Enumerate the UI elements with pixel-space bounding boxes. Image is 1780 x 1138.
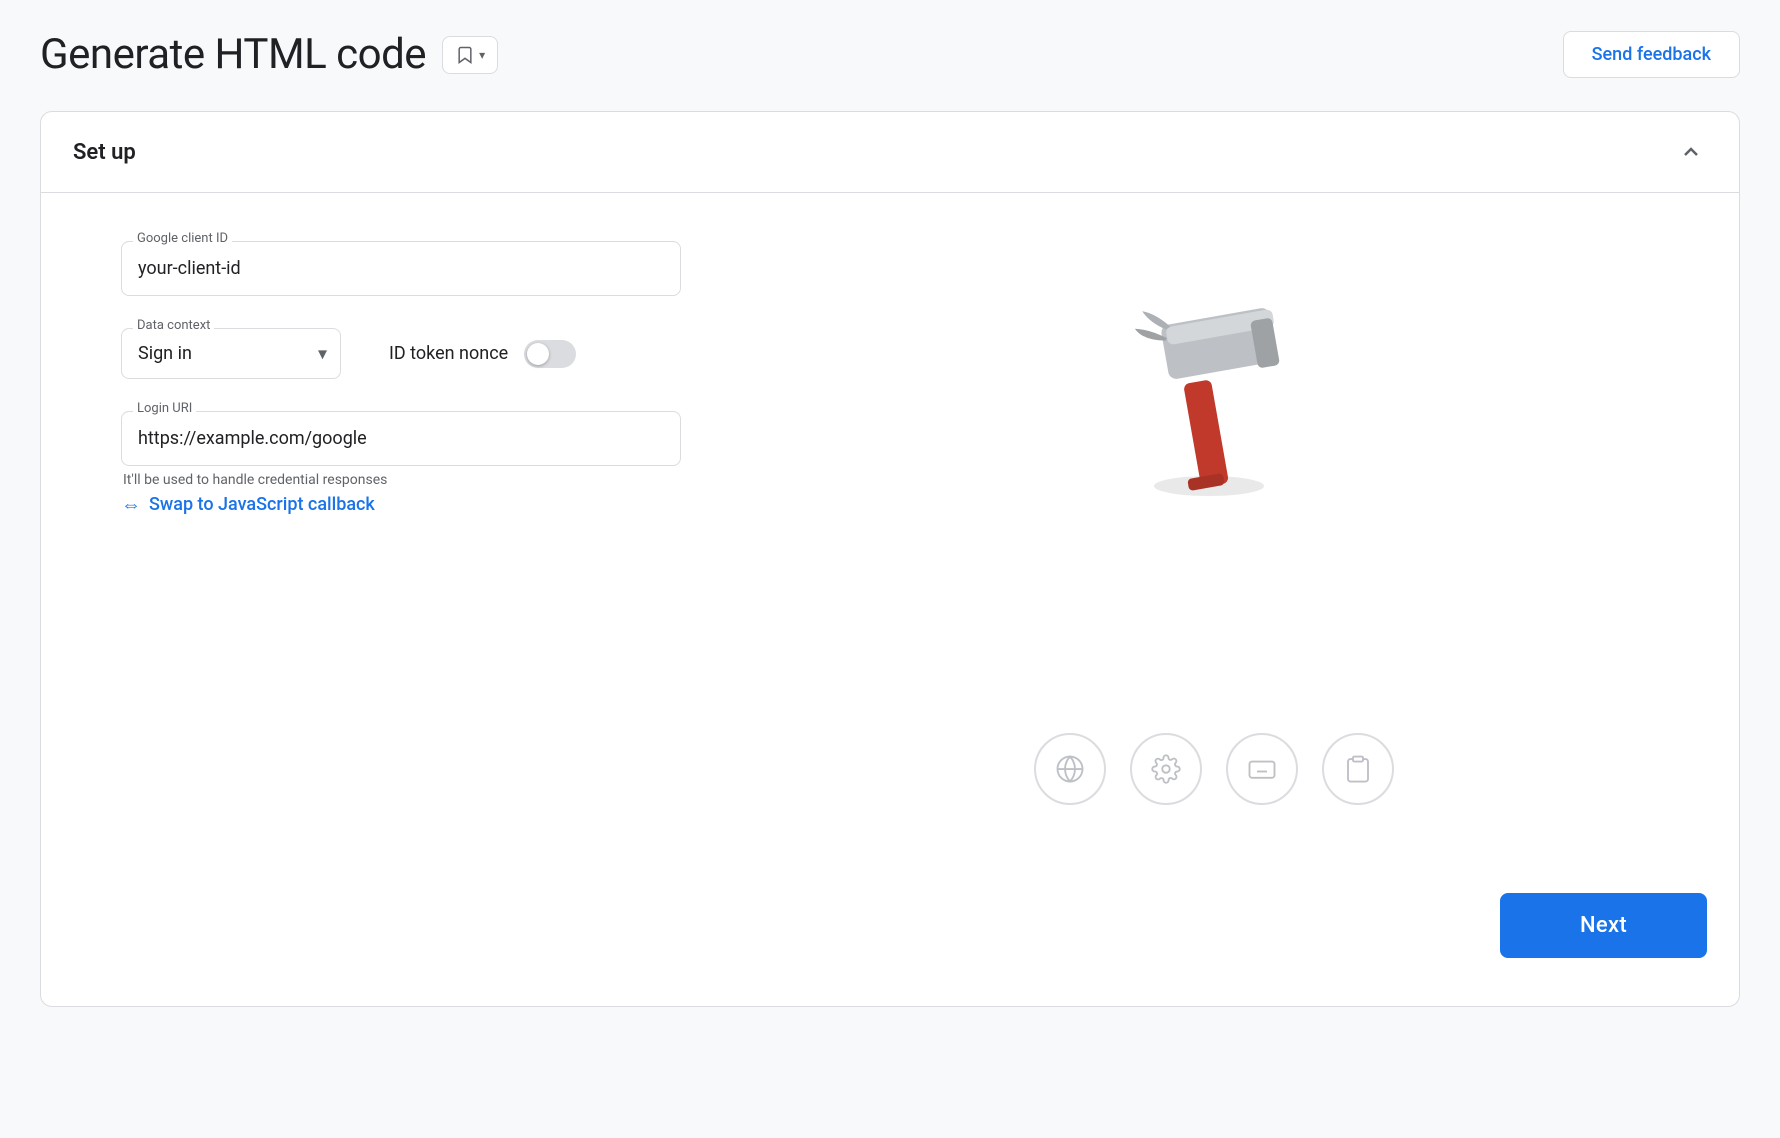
collapse-button[interactable] (1675, 136, 1707, 168)
id-token-toggle[interactable] (524, 340, 576, 368)
login-uri-input[interactable] (121, 411, 681, 466)
toggle-slider (524, 340, 576, 368)
id-token-toggle-group: ID token nonce (389, 340, 576, 368)
section-title: Set up (73, 140, 136, 165)
gear-svg-icon (1151, 754, 1181, 784)
client-id-input[interactable] (121, 241, 681, 296)
data-context-label: Data context (133, 318, 214, 333)
id-token-label: ID token nonce (389, 343, 508, 364)
bookmark-button[interactable]: ▾ (442, 36, 498, 74)
bookmark-icon (455, 45, 475, 65)
chevron-down-icon: ▾ (479, 48, 485, 62)
login-uri-field-group: Login URI (121, 411, 681, 466)
card-body: Google client ID Data context Sign in Si… (41, 193, 1739, 893)
card-header: Set up (41, 112, 1739, 193)
swap-arrows-icon: ⇔ (121, 492, 141, 517)
data-context-row: Data context Sign in Sign up Use ▾ ID to… (121, 328, 681, 379)
page-title: Generate HTML code (40, 30, 426, 79)
client-id-field-group: Google client ID (121, 241, 681, 296)
client-id-label: Google client ID (133, 231, 232, 246)
next-button[interactable]: Next (1500, 893, 1707, 958)
swap-to-js-callback-link[interactable]: ⇔ Swap to JavaScript callback (121, 492, 681, 517)
clipboard-icon-circle (1322, 733, 1394, 805)
page-header: Generate HTML code ▾ Send feedback (40, 30, 1740, 79)
globe-svg-icon (1055, 754, 1085, 784)
login-uri-label: Login URI (133, 401, 196, 416)
data-context-select[interactable]: Sign in Sign up Use (121, 328, 341, 379)
login-uri-helper-text: It'll be used to handle credential respo… (121, 472, 681, 488)
keyboard-icon-circle (1226, 733, 1298, 805)
data-context-wrapper: Data context Sign in Sign up Use ▾ (121, 328, 341, 379)
clipboard-svg-icon (1343, 754, 1373, 784)
keyboard-svg-icon (1247, 754, 1277, 784)
page-header-left: Generate HTML code ▾ (40, 30, 498, 79)
globe-icon-circle (1034, 733, 1106, 805)
swap-link-label: Swap to JavaScript callback (149, 494, 375, 515)
login-uri-section: Login URI It'll be used to handle creden… (121, 411, 681, 517)
hammer-illustration (1114, 261, 1314, 501)
setup-card: Set up Google client ID Data context Sig… (40, 111, 1740, 1007)
send-feedback-button[interactable]: Send feedback (1563, 31, 1740, 78)
icon-row (1034, 733, 1394, 805)
gear-icon-circle (1130, 733, 1202, 805)
illustration-section (721, 241, 1707, 845)
illustration-top (721, 241, 1707, 501)
form-section: Google client ID Data context Sign in Si… (121, 241, 681, 845)
next-button-row: Next (41, 893, 1739, 1006)
chevron-up-icon (1679, 140, 1703, 164)
